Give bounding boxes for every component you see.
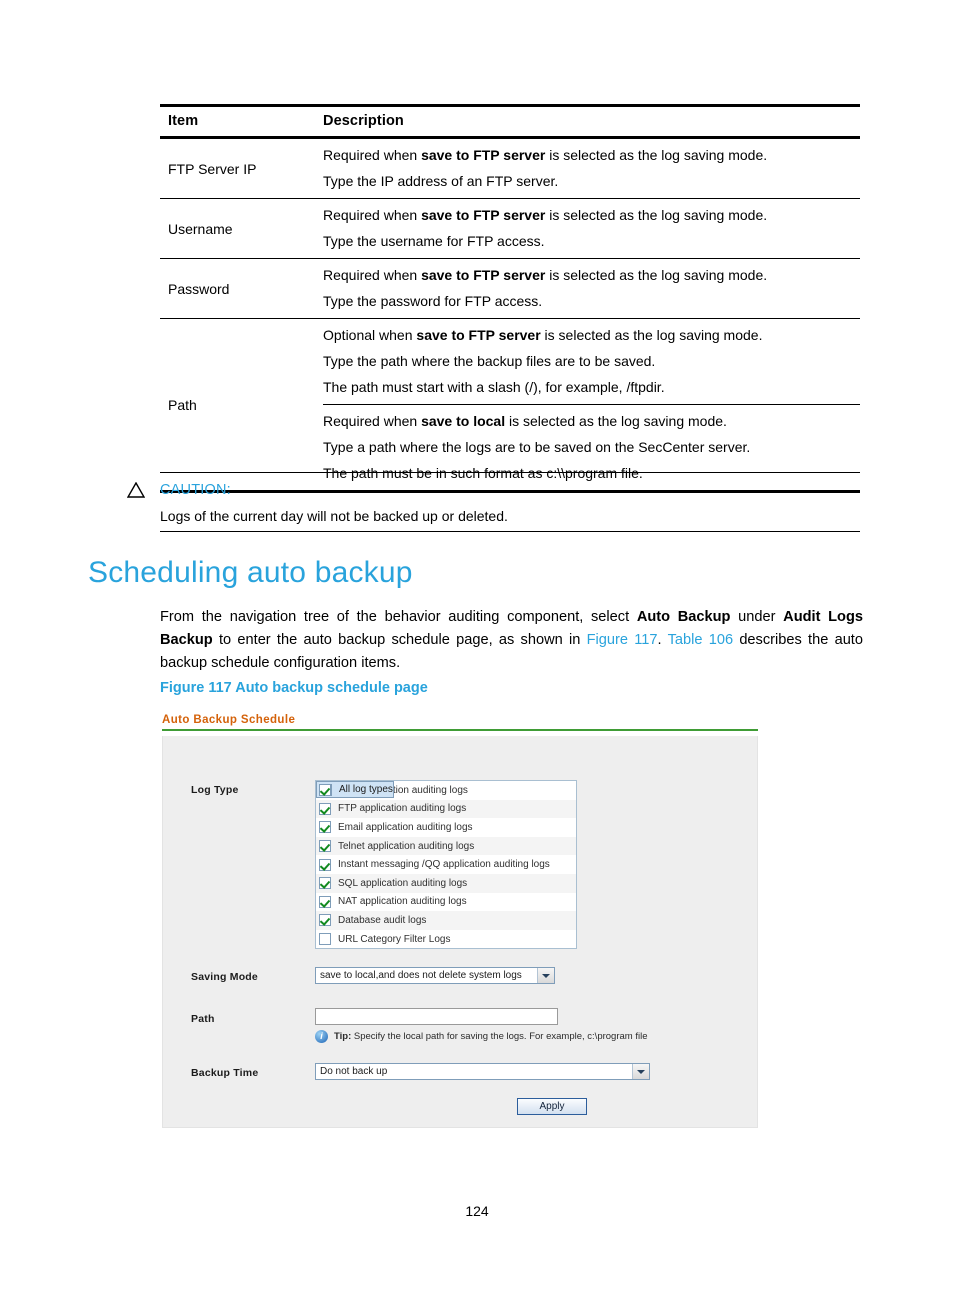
checkbox-ftp-application-auditing-logs[interactable]: [319, 802, 331, 815]
list-item-label: Instant messaging /QQ application auditi…: [338, 859, 550, 871]
list-item[interactable]: URL Category Filter Logs: [316, 930, 576, 949]
caution-bottom-rule: [160, 531, 860, 532]
chevron-down-icon[interactable]: [537, 968, 554, 983]
caution-triangle-icon: [127, 482, 145, 498]
description-line: Required when save to FTP server is sele…: [323, 267, 768, 283]
auto-backup-form-panel: Log Type All log types Web application a…: [162, 736, 758, 1128]
caution-text: Logs of the current day will not be back…: [160, 508, 508, 524]
table-row: Password Required when save to FTP serve…: [160, 259, 860, 318]
table-header-row: Item Description: [160, 107, 860, 136]
document-page: Item Description FTP Server IP Required …: [0, 0, 954, 1296]
checkbox-instant-messaging-qq-application-auditing-logs[interactable]: [319, 858, 331, 871]
checkbox-telnet-application-auditing-logs[interactable]: [319, 840, 331, 853]
list-item[interactable]: Database audit logs: [316, 911, 576, 930]
description-line: The path must start with a slash (/), fo…: [323, 379, 665, 395]
list-item[interactable]: FTP application auditing logs: [316, 799, 576, 819]
description-line: Type the password for FTP access.: [323, 293, 543, 309]
path-tip: i Tip: Specify the local path for saving…: [315, 1030, 647, 1043]
saving-mode-label: Saving Mode: [191, 971, 258, 983]
description-line: Required when save to FTP server is sele…: [323, 207, 768, 223]
description-line: Required when save to local is selected …: [323, 413, 727, 429]
row-description: Required when save to FTP server is sele…: [315, 139, 860, 198]
path-label: Path: [191, 1013, 215, 1025]
column-header-item: Item: [168, 113, 199, 129]
log-type-list[interactable]: All log types Web application auditing l…: [315, 780, 577, 950]
log-type-label: Log Type: [191, 784, 239, 796]
path-input[interactable]: [315, 1008, 558, 1025]
table-row: FTP Server IP Required when save to FTP …: [160, 139, 860, 198]
checkbox-nat-application-auditing-logs[interactable]: [319, 895, 331, 908]
paragraph-text: to enter the auto backup schedule page, …: [212, 632, 587, 648]
parameter-table: Item Description FTP Server IP Required …: [160, 104, 860, 493]
figure-caption: Figure 117 Auto backup schedule page: [160, 680, 428, 696]
backup-time-value: Do not back up: [320, 1066, 388, 1077]
list-item[interactable]: Instant messaging /QQ application auditi…: [316, 855, 576, 874]
description-line: Type a path where the logs are to be sav…: [323, 439, 751, 455]
saving-mode-value: save to local,and does not delete system…: [320, 970, 522, 981]
backup-time-label: Backup Time: [191, 1067, 259, 1079]
list-item-label: FTP application auditing logs: [338, 803, 467, 815]
checkbox-sql-application-auditing-logs[interactable]: [319, 877, 331, 890]
row-item-label: Password: [168, 280, 230, 297]
list-item-label: SQL application auditing logs: [338, 877, 468, 889]
page-number: 124: [465, 1203, 489, 1219]
screenshot-title: Auto Backup Schedule: [162, 714, 296, 726]
figure-screenshot: Auto Backup Schedule Log Type All log ty…: [162, 714, 758, 1128]
checkbox-database-audit-logs[interactable]: [319, 914, 331, 927]
list-item[interactable]: NAT application auditing logs: [316, 893, 576, 912]
column-header-description: Description: [323, 113, 404, 129]
tip-text: Specify the local path for saving the lo…: [351, 1031, 648, 1042]
list-item-label: URL Category Filter Logs: [338, 933, 451, 945]
description-line: Optional when save to FTP server is sele…: [323, 327, 763, 343]
caution-note: CAUTION: Logs of the current day will no…: [127, 472, 860, 532]
paragraph-emphasis: Auto Backup: [636, 609, 731, 625]
list-item-label: NAT application auditing logs: [338, 896, 467, 908]
table-row: Path Optional when save to FTP server is…: [160, 319, 860, 490]
saving-mode-select[interactable]: save to local,and does not delete system…: [315, 967, 555, 984]
checkbox-url-category-filter-logs[interactable]: [319, 933, 331, 946]
list-item-label: All log types: [339, 784, 393, 795]
info-icon: i: [315, 1030, 328, 1043]
description-line: Type the username for FTP access.: [323, 233, 545, 249]
description-line: Type the IP address of an FTP server.: [323, 173, 559, 189]
row-item-label: Username: [168, 220, 233, 237]
row-item-label: Path: [168, 396, 197, 413]
row-description: Required when save to FTP server is sele…: [315, 259, 860, 318]
paragraph-text: .: [657, 632, 668, 648]
checkbox-web-application-auditing-logs[interactable]: [319, 784, 331, 797]
checkbox-email-application-auditing-logs[interactable]: [319, 821, 331, 834]
paragraph-text: From the navigation tree of the behavior…: [160, 609, 637, 625]
list-item-label: Email application auditing logs: [338, 821, 473, 833]
table-cross-reference-link[interactable]: Table 106: [668, 632, 734, 648]
body-paragraph: From the navigation tree of the behavior…: [160, 606, 863, 675]
paragraph-text: under: [730, 609, 784, 625]
tip-label: Tip:: [334, 1031, 352, 1042]
list-item[interactable]: Telnet application auditing logs: [316, 836, 576, 856]
list-item-label: Telnet application auditing logs: [338, 840, 475, 852]
table-row: Username Required when save to FTP serve…: [160, 199, 860, 258]
description-line: Type the path where the backup files are…: [323, 353, 656, 369]
figure-cross-reference-link[interactable]: Figure 117: [587, 632, 658, 648]
list-item-label: Database audit logs: [338, 914, 427, 926]
backup-time-select[interactable]: Do not back up: [315, 1063, 650, 1080]
row-description: Optional when save to FTP server is sele…: [315, 319, 860, 490]
apply-button[interactable]: Apply: [517, 1098, 587, 1115]
list-item[interactable]: SQL application auditing logs: [316, 873, 576, 893]
title-underline: [162, 729, 758, 731]
description-line: Required when save to FTP server is sele…: [323, 147, 768, 163]
chevron-down-icon[interactable]: [632, 1064, 649, 1079]
row-item-label: FTP Server IP: [168, 160, 257, 177]
page-title: Scheduling auto backup: [88, 556, 413, 589]
row-description: Required when save to FTP server is sele…: [315, 199, 860, 258]
caution-label: CAUTION:: [160, 482, 231, 498]
list-item[interactable]: Email application auditing logs: [316, 818, 576, 837]
